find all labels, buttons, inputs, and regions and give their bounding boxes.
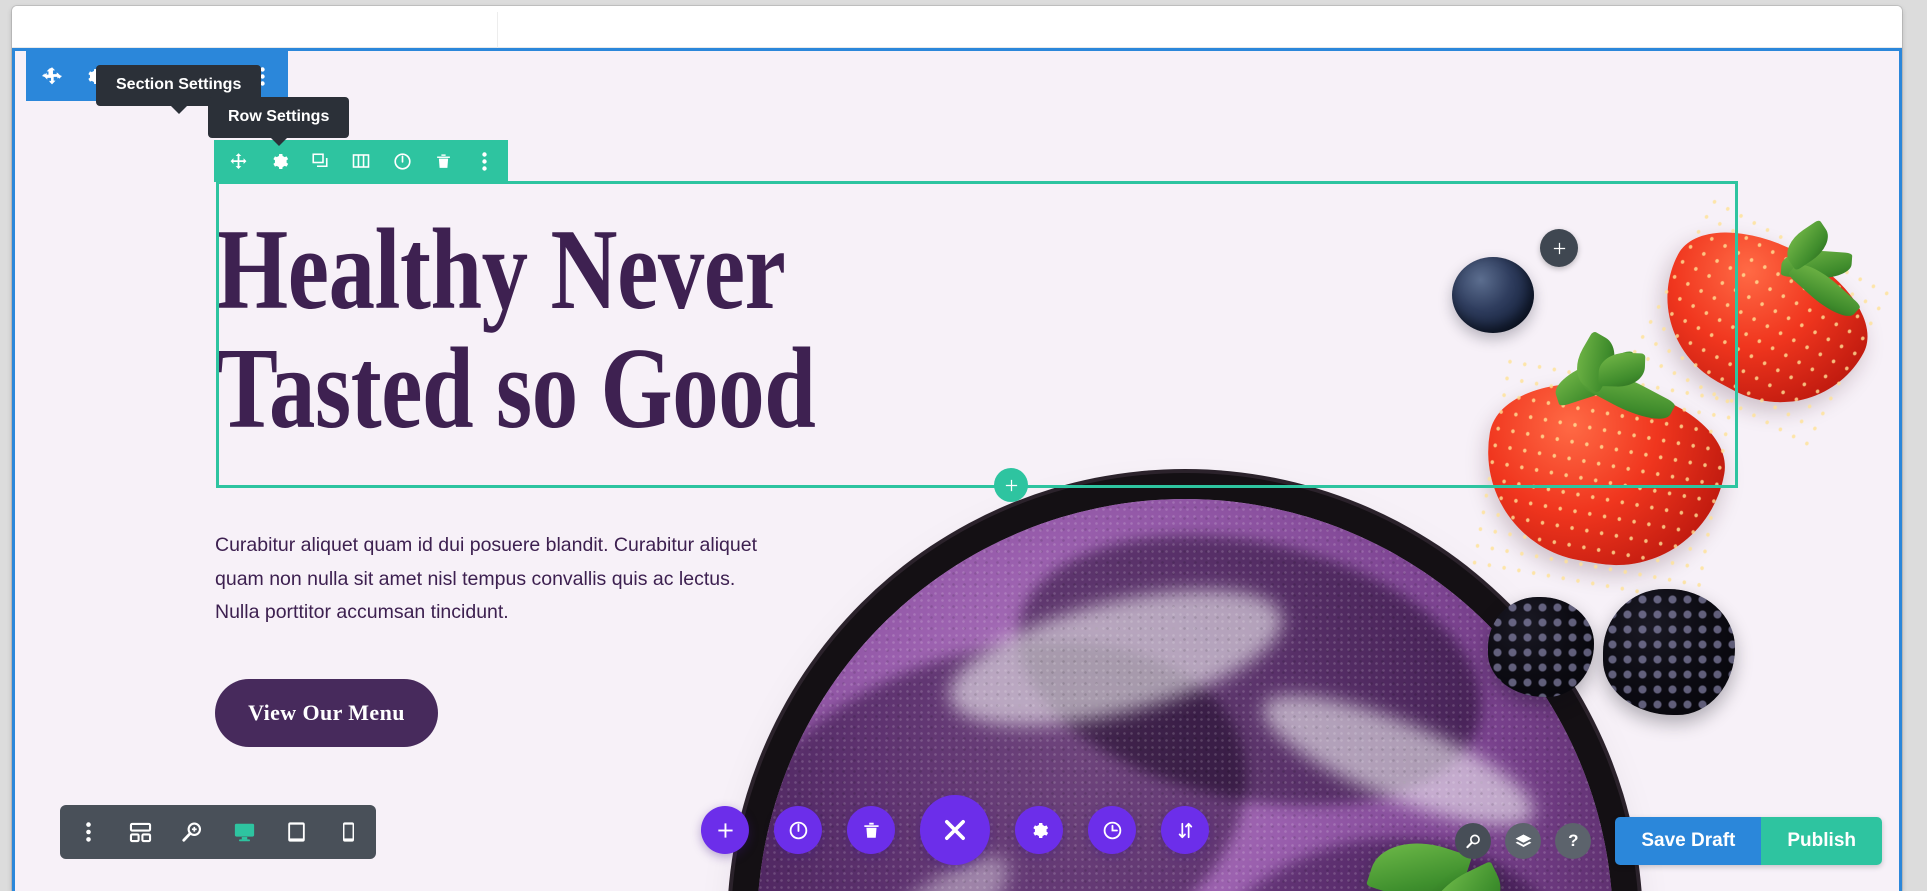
desktop-icon[interactable] <box>232 820 256 844</box>
zoom-out-icon[interactable] <box>180 820 204 844</box>
move-icon[interactable] <box>228 151 248 171</box>
page-title: Healthy Never Tasted so Good <box>216 210 1064 454</box>
trash-icon[interactable] <box>433 151 453 171</box>
columns-icon[interactable] <box>351 151 371 171</box>
dots-vertical-icon[interactable] <box>76 820 100 844</box>
disable-builder-button[interactable] <box>773 806 822 854</box>
help-icon[interactable]: ? <box>1555 823 1592 859</box>
view-our-menu-button[interactable]: View Our Menu <box>215 679 438 747</box>
page-shell: Healthy Never Tasted so Good Curabitur a… <box>12 6 1902 891</box>
publish-button[interactable]: Publish <box>1761 817 1882 865</box>
add-module-button[interactable] <box>1540 229 1578 267</box>
gear-icon[interactable] <box>269 151 289 171</box>
headline-line-2: Tasted so Good <box>216 325 816 454</box>
page-settings-button[interactable] <box>1014 806 1063 854</box>
search-icon[interactable] <box>1455 823 1492 859</box>
duplicate-icon[interactable] <box>310 151 330 171</box>
portability-button[interactable] <box>1160 806 1209 854</box>
row-toolbar[interactable] <box>214 140 508 182</box>
move-icon[interactable] <box>42 66 62 86</box>
add-row-button[interactable] <box>994 468 1028 502</box>
close-settings-bar-button[interactable] <box>919 795 990 865</box>
power-icon[interactable] <box>392 151 412 171</box>
wireframe-icon[interactable] <box>128 820 152 844</box>
row-settings-tooltip: Row Settings <box>208 97 350 146</box>
save-publish-group[interactable]: Save Draft Publish <box>1615 817 1882 865</box>
device-preview-toolbar[interactable] <box>60 805 376 859</box>
editing-history-button[interactable] <box>1087 806 1136 854</box>
builder-settings-bar[interactable] <box>700 795 1209 865</box>
visual-builder-app: Healthy Never Tasted so Good Curabitur a… <box>0 0 1927 891</box>
clear-layout-button[interactable] <box>846 806 895 854</box>
hero-paragraph: Curabitur aliquet quam id dui posuere bl… <box>215 534 757 624</box>
save-draft-button[interactable]: Save Draft <box>1615 817 1762 865</box>
admin-topbar <box>12 6 1902 48</box>
add-new-section-button[interactable] <box>700 806 749 854</box>
publish-controls[interactable]: ? Save Draft Publish <box>1455 817 1882 865</box>
tablet-icon[interactable] <box>284 820 308 844</box>
dots-vertical-icon[interactable] <box>474 151 494 171</box>
headline-line-1: Healthy Never <box>216 206 786 334</box>
layers-icon[interactable] <box>1505 823 1542 859</box>
admin-topbar-divider <box>497 12 498 48</box>
mobile-icon[interactable] <box>336 820 360 844</box>
